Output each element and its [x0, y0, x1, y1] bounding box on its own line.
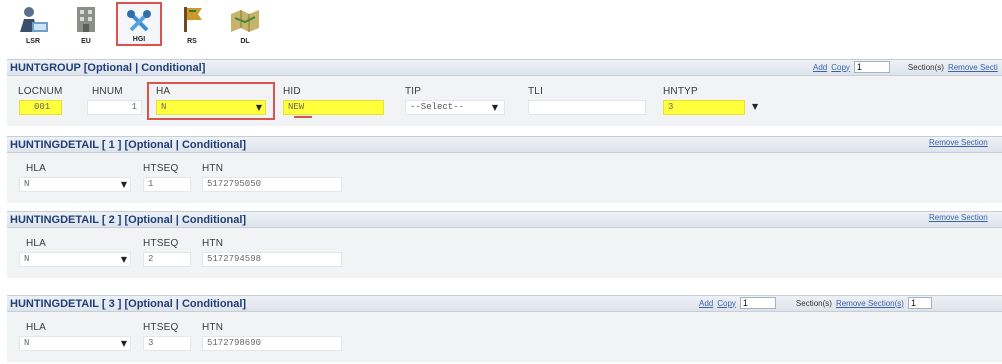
huntgroup-title: HUNTGROUP [Optional | Conditional] [10, 62, 206, 74]
hla-label: HLA [26, 238, 47, 249]
huntgroup-copy-link[interactable]: Copy [831, 63, 850, 72]
huntingdetail-1-title: HUNTINGDETAIL [ 1 ] [Optional | Conditio… [10, 139, 247, 151]
huntingdetail-3-header: HUNTINGDETAIL [ 3 ] [Optional | Conditio… [7, 295, 1002, 312]
hgi-label: HGI [132, 36, 146, 43]
huntingdetail-2-actions: Remove Section [929, 213, 988, 222]
building-icon [77, 7, 95, 32]
chevron-down-icon: ▼ [120, 180, 127, 189]
tli-label: TLI [528, 86, 544, 97]
rs-label: RS [187, 38, 197, 45]
huntgroup-actions: Add Copy Section(s) Remove Secti [813, 61, 998, 73]
htn-field[interactable]: 5172795050 [202, 177, 342, 192]
huntgroup-remove-link[interactable]: Remove Secti [948, 63, 998, 72]
htseq-label: HTSEQ [143, 322, 179, 333]
huntingdetail-3-copy-count-input[interactable] [739, 297, 776, 309]
htn-field[interactable]: 5172794598 [202, 252, 342, 267]
huntingdetail-3-sections-label: Section(s) [795, 298, 832, 308]
huntgroup-body: LOCNUM 001 HNUM 1 HA N ▼ HID NEW TIP --S… [7, 76, 1002, 126]
huntingdetail-1-actions: Remove Section [929, 138, 988, 147]
huntingdetail-2-title: HUNTINGDETAIL [ 2 ] [Optional | Conditio… [10, 214, 247, 226]
htn-label: HTN [202, 238, 224, 249]
hid-field[interactable]: NEW [283, 100, 384, 115]
chevron-down-icon[interactable]: ▼ [752, 102, 999, 111]
ha-label: HA [156, 86, 171, 97]
person-desk-icon [20, 7, 48, 32]
htseq-field[interactable]: 1 [143, 177, 191, 192]
htseq-field[interactable]: 2 [143, 252, 191, 267]
huntgroup-sections-label: Section(s) [907, 62, 944, 72]
hnum-field[interactable]: 1 [87, 100, 142, 115]
huntingdetail-3-copy-link[interactable]: Copy [717, 299, 736, 308]
hntyp-field[interactable]: 3 [663, 100, 745, 115]
chevron-down-icon: ▼ [255, 103, 262, 112]
huntingdetail-3-add-link[interactable]: Add [699, 299, 713, 308]
htn-field[interactable]: 5172798690 [202, 336, 342, 351]
htseq-field[interactable]: 3 [143, 336, 191, 351]
hla-select-value: N [24, 338, 30, 348]
tli-field[interactable] [528, 100, 646, 115]
hla-select-value: N [24, 179, 30, 189]
huntingdetail-1-remove-link[interactable]: Remove Section [929, 138, 988, 147]
huntingdetail-3-remove-count-input[interactable] [907, 297, 932, 309]
hla-select[interactable]: N ▼ [19, 252, 131, 267]
chevron-down-icon: ▼ [491, 103, 498, 112]
lsr-button[interactable]: LSR [10, 2, 56, 46]
huntingdetail-2-remove-link[interactable]: Remove Section [929, 213, 988, 222]
ha-select-value: N [161, 102, 167, 112]
chevron-down-icon: ▼ [120, 339, 127, 348]
tip-select[interactable]: --Select-- ▼ [405, 100, 505, 115]
hntyp-label: HNTYP [663, 86, 698, 97]
hla-label: HLA [26, 163, 47, 174]
lsr-label: LSR [26, 38, 40, 45]
rs-button[interactable]: RS [169, 2, 215, 46]
huntingdetail-1-header: HUNTINGDETAIL [ 1 ] [Optional | Conditio… [7, 136, 1002, 153]
map-icon [231, 10, 259, 32]
huntgroup-header: HUNTGROUP [Optional | Conditional] Add C… [7, 59, 1002, 76]
hla-select-value: N [24, 254, 30, 264]
huntgroup-add-link[interactable]: Add [813, 63, 827, 72]
tools-icon [127, 10, 151, 32]
ha-select[interactable]: N ▼ [156, 100, 266, 115]
huntgroup-copy-count-input[interactable] [853, 61, 890, 73]
htseq-label: HTSEQ [143, 238, 179, 249]
htn-label: HTN [202, 163, 224, 174]
huntingdetail-2-header: HUNTINGDETAIL [ 2 ] [Optional | Conditio… [7, 211, 1002, 228]
tip-label: TIP [405, 86, 422, 97]
huntingdetail-2-body: HLA N ▼ HTSEQ 2 HTN 5172794598 [7, 228, 1002, 278]
htn-label: HTN [202, 322, 224, 333]
huntingdetail-3-remove-link[interactable]: Remove Section(s) [836, 299, 904, 308]
eu-button[interactable]: EU [63, 2, 109, 46]
tip-select-value: --Select-- [410, 102, 465, 112]
dl-button[interactable]: DL [222, 2, 268, 46]
form-toolbar: LSR EU HGI RS DL [10, 2, 268, 48]
hla-select[interactable]: N ▼ [19, 177, 131, 192]
htseq-label: HTSEQ [143, 163, 179, 174]
hid-label: HID [283, 86, 301, 97]
huntingdetail-3-actions: Add Copy Section(s) Remove Section(s) [699, 297, 932, 309]
locnum-field[interactable]: 001 [19, 100, 62, 115]
hla-select[interactable]: N ▼ [19, 336, 131, 351]
dl-label: DL [240, 38, 250, 45]
hla-label: HLA [26, 322, 47, 333]
huntingdetail-3-title: HUNTINGDETAIL [ 3 ] [Optional | Conditio… [10, 298, 247, 310]
huntingdetail-3-body: HLA N ▼ HTSEQ 3 HTN 5172798690 [7, 312, 1002, 362]
hid-error-underline [294, 116, 312, 118]
locnum-label: LOCNUM [18, 86, 63, 97]
eu-label: EU [81, 38, 91, 45]
hgi-button[interactable]: HGI [116, 2, 162, 46]
flag-icon [184, 7, 202, 32]
hnum-label: HNUM [92, 86, 123, 97]
huntingdetail-1-body: HLA N ▼ HTSEQ 1 HTN 5172795050 [7, 153, 1002, 203]
chevron-down-icon: ▼ [120, 255, 127, 264]
